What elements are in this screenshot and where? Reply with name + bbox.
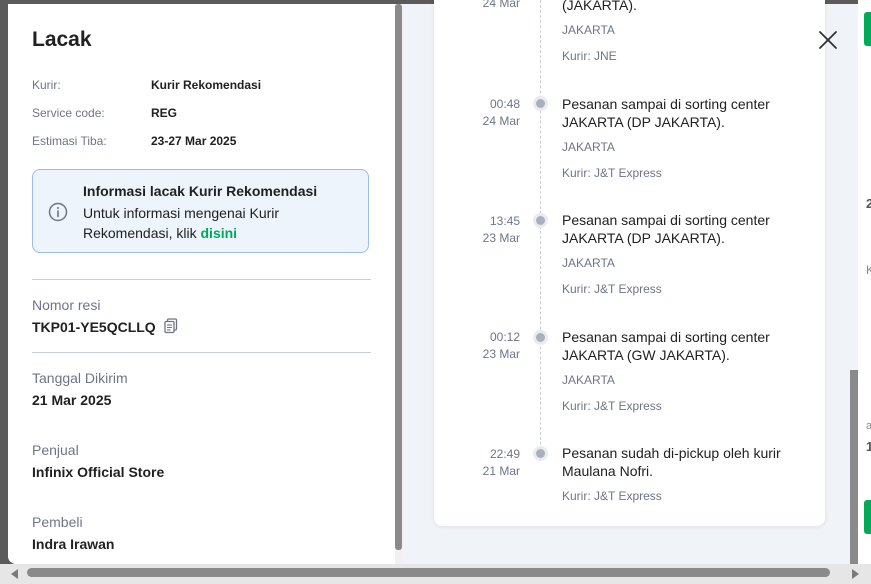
event-date: 23 Mar [482,231,520,245]
horizontal-scrollbar[interactable] [0,564,871,584]
event-time: 00:12 [489,330,520,344]
event-description: Pesanan sampai di sorting center JAKARTA… [562,212,770,246]
notice-body-text: Untuk informasi mengenai Kurir Rekomenda… [83,205,280,241]
timeline-dot [536,333,545,342]
kurir-label: Kurir: [32,78,61,92]
pembeli-value: Indra Irawan [32,536,115,552]
event-date: 24 Mar [482,0,520,10]
timeline-dot [536,216,545,225]
background-text: a [866,420,871,432]
close-icon[interactable] [817,29,839,51]
event-time: 13:45 [489,214,520,228]
event-courier: Kurir: J&T Express [562,166,662,180]
scroll-right-arrow-icon[interactable] [852,569,859,579]
right-scrollbar-thumb[interactable] [850,370,858,564]
event-description: Pesanan sampai di sorting center JAKARTA… [562,96,770,130]
estimasi-value: 23-27 Mar 2025 [151,134,237,148]
modal-title: Lacak [32,28,92,51]
event-courier: Kurir: J&T Express [562,489,662,503]
tanggal-dikirim-value: 21 Mar 2025 [32,392,112,408]
event-courier: Kurir: J&T Express [562,399,662,413]
event-location: JAKARTA [562,140,615,154]
info-icon [48,202,68,222]
event-courier: Kurir: J&T Express [562,282,662,296]
event-location: JAKARTA [562,23,615,37]
penjual-label: Penjual [32,442,79,458]
divider [32,352,371,353]
pembeli-label: Pembeli [32,514,83,530]
service-code-value: REG [151,106,178,120]
background-text: 2 [866,196,871,211]
event-description: Pesanan sudah di-pickup oleh kurir Maula… [562,445,781,479]
event-time: 22:49 [489,447,520,461]
nomor-resi-value: TKP01-YE5QCLLQ [32,319,156,335]
notice-link-disini[interactable]: disini [201,225,238,241]
nomor-resi-label: Nomor resi [32,297,101,313]
notice-title: Informasi lacak Kurir Rekomendasi [83,183,318,199]
background-green-button [864,12,871,46]
service-code-label: Service code: [32,106,105,120]
notice-body: Untuk informasi mengenai Kurir Rekomenda… [83,203,343,243]
background-text: 1 [866,439,871,454]
timeline-line [540,0,541,460]
scroll-left-arrow-icon[interactable] [11,569,18,579]
timeline-dot [536,99,545,108]
timeline-dot [536,449,545,458]
background-text: K [866,263,871,277]
estimasi-label: Estimasi Tiba: [32,134,107,148]
background-green-button [864,500,871,534]
left-scrollbar-thumb[interactable] [395,4,402,550]
event-time: 00:48 [489,97,520,111]
tanggal-dikirim-label: Tanggal Dikirim [32,370,128,386]
info-notice: Informasi lacak Kurir Rekomendasi Untuk … [32,169,369,253]
event-location: JAKARTA [562,256,615,270]
event-date: 23 Mar [482,347,520,361]
event-description: (JAKARTA). [562,0,637,13]
event-courier: Kurir: JNE [562,49,617,63]
event-date: 21 Mar [482,464,520,478]
horizontal-scrollbar-thumb[interactable] [27,568,830,577]
divider [32,279,371,280]
background-page: 2 K a 1 [858,0,871,584]
penjual-value: Infinix Official Store [32,464,165,480]
event-date: 24 Mar [482,114,520,128]
event-description: Pesanan sampai di sorting center JAKARTA… [562,329,770,363]
kurir-value: Kurir Rekomendasi [151,78,262,92]
event-location: JAKARTA [562,373,615,387]
copy-icon[interactable] [164,318,178,334]
